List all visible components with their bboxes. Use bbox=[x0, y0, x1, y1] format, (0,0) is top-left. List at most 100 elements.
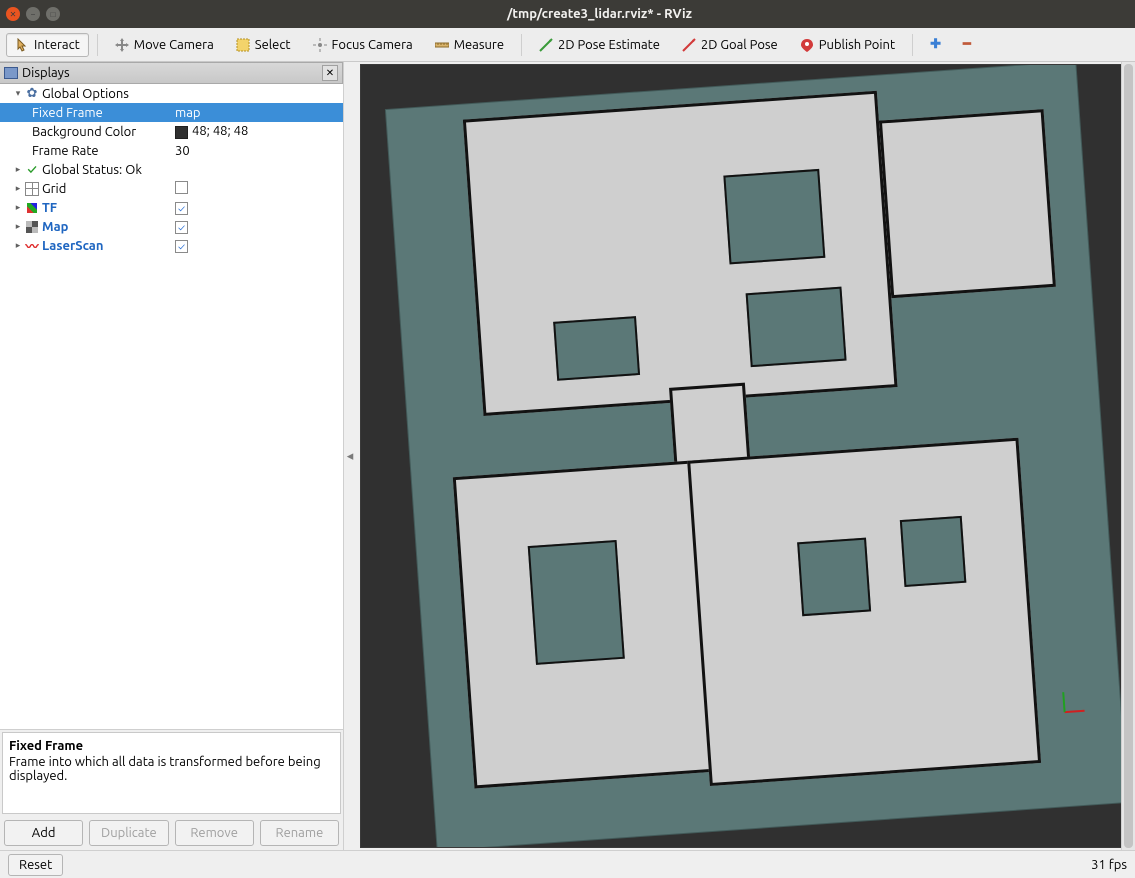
interact-icon bbox=[15, 38, 29, 52]
move-camera-icon bbox=[115, 38, 129, 52]
plus-icon: ✚ bbox=[930, 37, 941, 52]
goal-pose-label: 2D Goal Pose bbox=[701, 38, 778, 52]
tree-value bbox=[175, 201, 343, 215]
vertical-scrollbar[interactable] bbox=[1121, 62, 1135, 850]
scrollbar-thumb[interactable] bbox=[1124, 64, 1133, 848]
expand-arrow-icon[interactable]: ▸ bbox=[12, 183, 24, 194]
tree-global-options[interactable]: ▾ ✿ Global Options bbox=[0, 84, 343, 103]
select-button[interactable]: Select bbox=[227, 33, 300, 57]
toolbar-remove-button[interactable]: ━ bbox=[954, 33, 980, 57]
tree-grid[interactable]: ▸ Grid bbox=[0, 179, 343, 198]
expand-arrow-icon[interactable]: ▸ bbox=[12, 164, 24, 175]
displays-panel-close-button[interactable]: ✕ bbox=[322, 65, 338, 81]
status-bar: Reset 31 fps bbox=[0, 850, 1135, 878]
reset-button[interactable]: Reset bbox=[8, 854, 63, 876]
map-floor bbox=[386, 64, 1127, 848]
window-minimize-button[interactable]: – bbox=[26, 7, 40, 21]
toolbar: Interact Move Camera Select Focus Camera… bbox=[0, 28, 1135, 62]
tree-label: Background Color bbox=[30, 125, 136, 139]
publish-point-button[interactable]: Publish Point bbox=[791, 33, 904, 57]
expand-arrow-icon[interactable]: ▾ bbox=[12, 88, 24, 99]
tree-tf[interactable]: ▸ TF bbox=[0, 198, 343, 217]
collapse-arrow-icon[interactable]: ◂ bbox=[347, 449, 354, 464]
select-label: Select bbox=[255, 38, 291, 52]
publish-point-icon bbox=[800, 38, 814, 52]
main-area: Displays ✕ ▾ ✿ Global Options Fixed Fram… bbox=[0, 62, 1135, 850]
viewport-area bbox=[356, 62, 1135, 850]
select-icon bbox=[236, 38, 250, 52]
gear-icon: ✿ bbox=[24, 86, 40, 101]
tree-value: 48; 48; 48 bbox=[175, 124, 343, 138]
description-body: Frame into which all data is transformed… bbox=[9, 755, 334, 783]
tree-label: LaserScan bbox=[40, 239, 103, 253]
pose-estimate-button[interactable]: 2D Pose Estimate bbox=[530, 33, 669, 57]
move-camera-button[interactable]: Move Camera bbox=[106, 33, 223, 57]
expand-arrow-icon[interactable]: ▸ bbox=[12, 240, 24, 251]
toolbar-add-button[interactable]: ✚ bbox=[921, 33, 950, 57]
rename-button[interactable]: Rename bbox=[260, 820, 339, 846]
tree-label: Map bbox=[40, 220, 68, 234]
tree-fixed-frame[interactable]: Fixed Frame map bbox=[0, 103, 343, 122]
expand-arrow-icon[interactable]: ▸ bbox=[12, 221, 24, 232]
tree-value: map bbox=[175, 106, 343, 120]
displays-panel: Displays ✕ ▾ ✿ Global Options Fixed Fram… bbox=[0, 62, 344, 850]
panel-splitter[interactable]: ◂ bbox=[344, 62, 356, 850]
measure-button[interactable]: Measure bbox=[426, 33, 513, 57]
window-close-button[interactable]: ✕ bbox=[6, 7, 20, 21]
focus-camera-icon bbox=[313, 38, 327, 52]
map-icon bbox=[24, 221, 40, 233]
description-box: Fixed Frame Frame into which all data is… bbox=[2, 732, 341, 814]
expand-arrow-icon[interactable]: ▸ bbox=[12, 202, 24, 213]
interact-button[interactable]: Interact bbox=[6, 33, 89, 57]
check-ok-icon: ✓ bbox=[24, 163, 40, 177]
window-maximize-button[interactable]: □ bbox=[46, 7, 60, 21]
focus-camera-label: Focus Camera bbox=[332, 38, 413, 52]
remove-button[interactable]: Remove bbox=[175, 820, 254, 846]
tree-background-color[interactable]: Background Color 48; 48; 48 bbox=[0, 122, 343, 141]
displays-panel-header[interactable]: Displays ✕ bbox=[0, 62, 343, 84]
panel-button-row: Add Duplicate Remove Rename bbox=[0, 816, 343, 850]
window-title: /tmp/create3_lidar.rviz* - RViz bbox=[70, 7, 1129, 21]
publish-point-label: Publish Point bbox=[819, 38, 895, 52]
laserscan-checkbox[interactable] bbox=[175, 240, 188, 253]
grid-checkbox[interactable] bbox=[175, 181, 188, 194]
displays-panel-title: Displays bbox=[22, 66, 70, 80]
tf-icon bbox=[24, 201, 40, 215]
pose-estimate-icon bbox=[539, 38, 553, 52]
toolbar-separator bbox=[521, 34, 522, 56]
tf-axes-icon bbox=[1059, 690, 1087, 718]
move-camera-label: Move Camera bbox=[134, 38, 214, 52]
add-button[interactable]: Add bbox=[4, 820, 83, 846]
tree-label: Frame Rate bbox=[30, 144, 99, 158]
tree-label: Global Options bbox=[40, 87, 129, 101]
map-checkbox[interactable] bbox=[175, 221, 188, 234]
tf-checkbox[interactable] bbox=[175, 202, 188, 215]
3d-view[interactable] bbox=[360, 64, 1131, 848]
fps-indicator: 31 fps bbox=[1091, 858, 1127, 872]
measure-label: Measure bbox=[454, 38, 504, 52]
tree-label: Grid bbox=[40, 182, 66, 196]
tree-label: Fixed Frame bbox=[30, 106, 103, 120]
toolbar-separator bbox=[97, 34, 98, 56]
interact-label: Interact bbox=[34, 38, 80, 52]
tree-global-status[interactable]: ▸ ✓ Global Status: Ok bbox=[0, 160, 343, 179]
tree-label: TF bbox=[40, 201, 57, 215]
tree-frame-rate[interactable]: Frame Rate 30 bbox=[0, 141, 343, 160]
duplicate-button[interactable]: Duplicate bbox=[89, 820, 168, 846]
title-bar: ✕ – □ /tmp/create3_lidar.rviz* - RViz bbox=[0, 0, 1135, 28]
tree-value bbox=[175, 239, 343, 253]
minus-icon: ━ bbox=[963, 37, 971, 52]
tree-value bbox=[175, 181, 343, 197]
window-controls: ✕ – □ bbox=[6, 7, 60, 21]
toolbar-separator bbox=[912, 34, 913, 56]
measure-icon bbox=[435, 38, 449, 52]
goal-pose-button[interactable]: 2D Goal Pose bbox=[673, 33, 787, 57]
description-heading: Fixed Frame bbox=[9, 739, 334, 753]
displays-tree[interactable]: ▾ ✿ Global Options Fixed Frame map Backg… bbox=[0, 84, 343, 730]
pose-estimate-label: 2D Pose Estimate bbox=[558, 38, 660, 52]
tree-map[interactable]: ▸ Map bbox=[0, 217, 343, 236]
tree-label: Global Status: Ok bbox=[40, 163, 142, 177]
tree-laserscan[interactable]: ▸ 〰 LaserScan bbox=[0, 236, 343, 255]
focus-camera-button[interactable]: Focus Camera bbox=[304, 33, 422, 57]
displays-icon bbox=[4, 67, 18, 79]
